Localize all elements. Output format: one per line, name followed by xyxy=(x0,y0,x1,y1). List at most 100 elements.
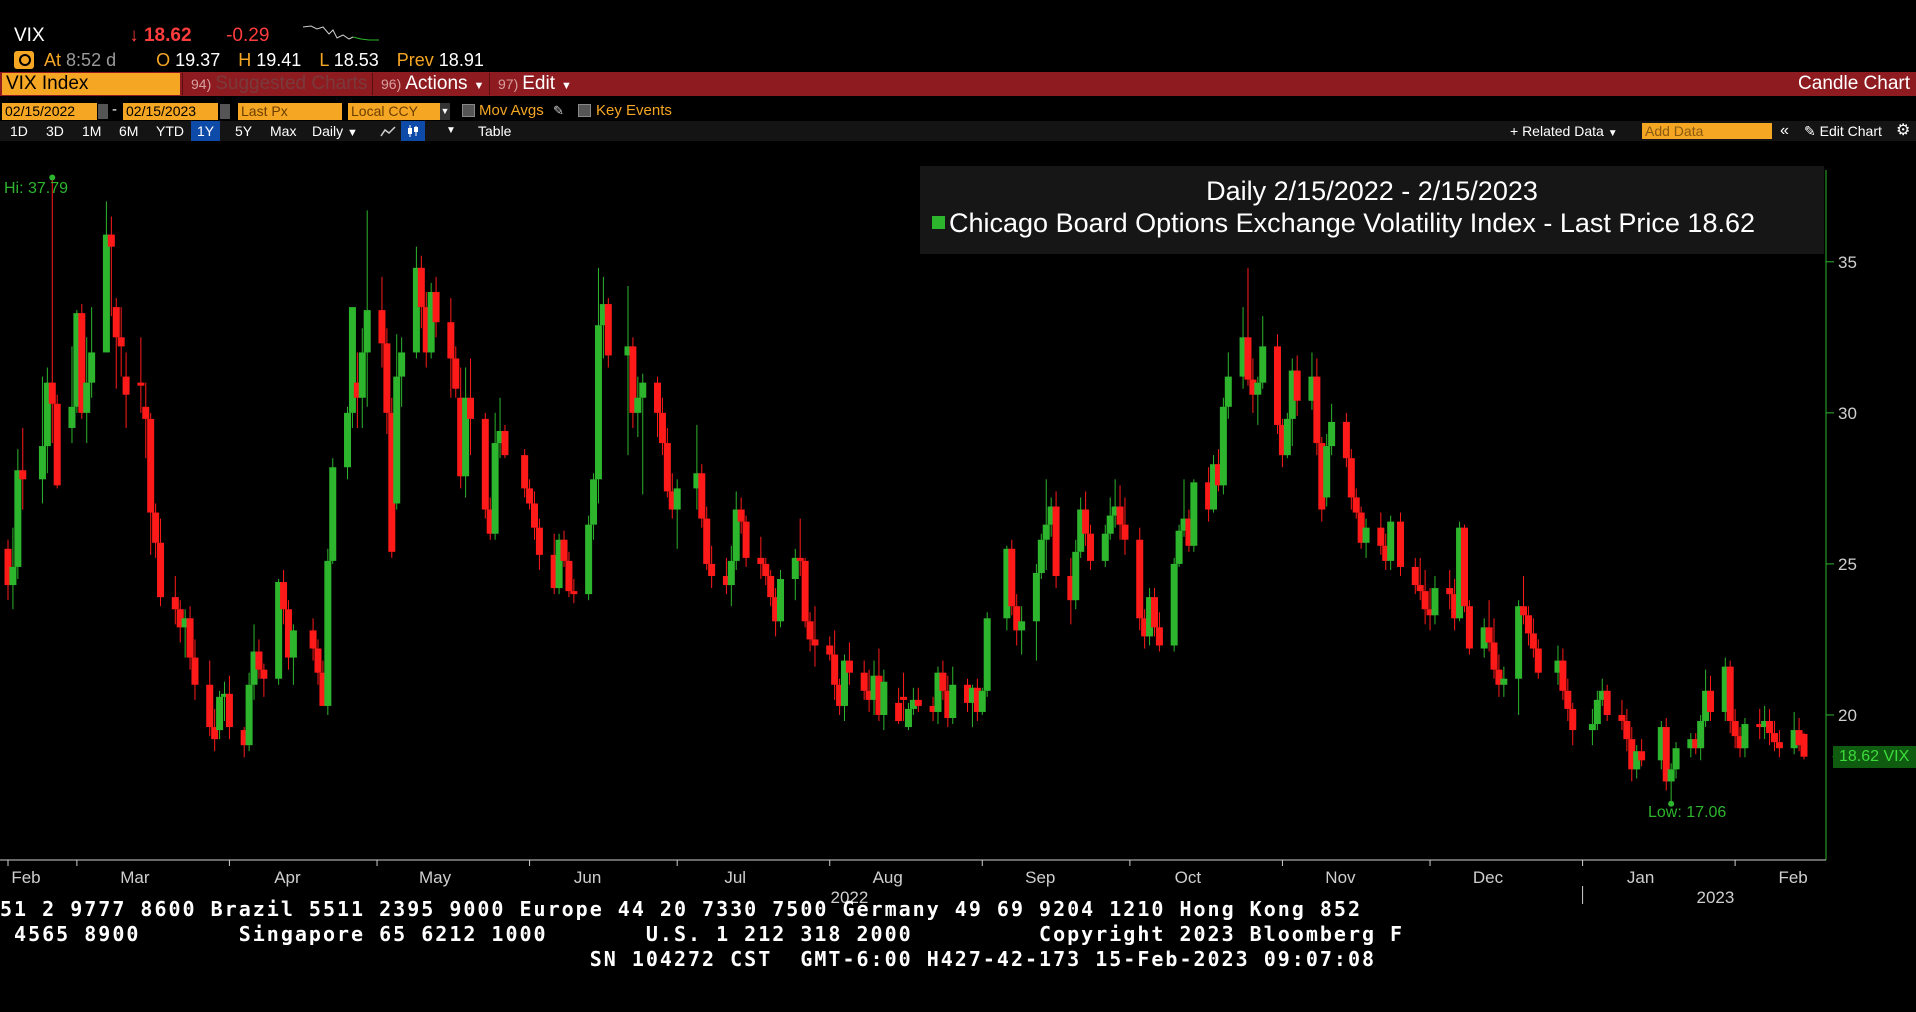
candle-body xyxy=(102,234,110,353)
candles xyxy=(4,174,1840,807)
chevron-down-icon: ▼ xyxy=(1607,128,1618,139)
candle-body xyxy=(585,524,593,595)
x-tick-label: Feb xyxy=(1778,868,1807,887)
calendar-icon[interactable] xyxy=(220,104,230,119)
table-button[interactable]: Table xyxy=(472,121,517,141)
legend-title: Daily 2/15/2022 - 2/15/2023 xyxy=(1206,176,1538,206)
candle-body xyxy=(1042,524,1050,540)
candle-body xyxy=(289,630,297,658)
candle-body xyxy=(1018,621,1026,631)
candle-body xyxy=(526,488,534,504)
candle-body xyxy=(447,322,455,359)
candle-body xyxy=(1593,699,1601,725)
candle-body xyxy=(245,684,253,746)
gear-icon[interactable]: ⚙ xyxy=(1896,121,1910,141)
candle-body xyxy=(1259,346,1267,383)
candle-body xyxy=(1416,585,1424,592)
candle-body xyxy=(1460,527,1468,607)
candle-body xyxy=(1087,533,1095,561)
pencil-icon[interactable]: ✎ xyxy=(553,103,564,119)
frequency-select[interactable]: Daily ▼ xyxy=(306,121,364,141)
candle-body xyxy=(860,672,868,691)
candle-body xyxy=(1136,539,1144,619)
suggested-charts-button[interactable]: 94) Suggested Charts xyxy=(182,73,370,95)
end-date-field[interactable]: 02/15/2023 xyxy=(123,103,218,120)
actions-button[interactable]: 96) Actions ▼ xyxy=(372,73,488,95)
x-tick-label: Jul xyxy=(724,868,746,887)
add-data-input[interactable]: Add Data xyxy=(1642,123,1772,139)
period-5y[interactable]: 5Y xyxy=(229,121,258,141)
price-field-select[interactable]: Last Px xyxy=(238,103,342,120)
candle-body xyxy=(393,376,401,504)
x-tick-label: Apr xyxy=(274,868,301,887)
candle-body xyxy=(796,557,804,561)
candle-body xyxy=(565,560,573,592)
candle-body xyxy=(791,557,799,580)
x-tick-label: May xyxy=(419,868,452,887)
candle-body xyxy=(112,307,120,338)
x-tick-label: Oct xyxy=(1175,868,1202,887)
realtime-clock-icon xyxy=(14,51,34,69)
candle-body xyxy=(191,657,199,685)
edit-button[interactable]: 97) Edit ▼ xyxy=(489,73,575,95)
candle-body xyxy=(530,503,538,528)
key-events-checkbox[interactable] xyxy=(578,104,591,117)
candle-body xyxy=(216,696,224,731)
candle-body xyxy=(1328,421,1336,447)
x-tick-label: Jun xyxy=(574,868,601,887)
edit-chart-button[interactable]: ✎ Edit Chart xyxy=(1804,121,1882,141)
candle-body xyxy=(1347,458,1355,498)
edit-label: Edit xyxy=(522,73,555,94)
high-value: 19.41 xyxy=(256,50,302,70)
candle-body xyxy=(501,430,509,456)
candle-body xyxy=(1520,606,1528,616)
calendar-icon[interactable] xyxy=(98,104,108,119)
last-price: 18.62 xyxy=(143,25,192,46)
mov-avgs-checkbox[interactable] xyxy=(462,104,475,117)
axis-layer: 20 25 30 35 Feb Mar Apr May Jun Jul Aug Sep Oct Nov De… xyxy=(0,170,1857,906)
period-3d[interactable]: 3D xyxy=(40,121,70,141)
period-max[interactable]: Max xyxy=(264,121,302,141)
actions-number: 96) xyxy=(381,76,402,92)
candle-body xyxy=(1150,597,1158,628)
candle-body xyxy=(48,382,56,404)
collapse-icon[interactable]: « xyxy=(1780,121,1789,141)
candle-body xyxy=(757,557,765,564)
candle-chart[interactable]: 20 25 30 35 Feb Mar Apr May Jun Jul Aug Sep Oct Nov De… xyxy=(0,150,1916,906)
period-1y[interactable]: 1Y xyxy=(191,121,221,141)
period-ytd[interactable]: YTD xyxy=(150,121,190,141)
security-field[interactable]: VIX Index xyxy=(2,73,180,95)
chevron-down-icon: ▼ xyxy=(560,80,572,92)
series-swatch xyxy=(932,216,945,229)
candle-body xyxy=(363,310,371,353)
y-tick-label: 35 xyxy=(1838,253,1857,272)
start-date-field[interactable]: 02/15/2022 xyxy=(2,103,97,120)
chevron-down-icon[interactable]: ▼ xyxy=(440,121,462,141)
line-chart-icon[interactable] xyxy=(374,121,402,141)
candle-body xyxy=(452,358,460,389)
candle-body xyxy=(634,397,642,413)
candle-body xyxy=(1741,724,1749,749)
x-tick-label: Jan xyxy=(1627,868,1654,887)
x-tick-label: Sep xyxy=(1025,868,1055,887)
key-events-label: Key Events xyxy=(596,102,672,119)
period-1d[interactable]: 1D xyxy=(4,121,34,141)
candle-body xyxy=(1672,748,1680,770)
currency-select[interactable]: Local CCY xyxy=(348,103,440,120)
chevron-down-icon[interactable]: ▼ xyxy=(440,103,450,120)
candle-body xyxy=(1421,591,1429,610)
candle-body xyxy=(378,310,386,344)
pencil-icon: ✎ xyxy=(1804,123,1816,139)
candle-body xyxy=(604,304,612,356)
candle-body xyxy=(658,412,666,444)
related-data-button[interactable]: + Related Data ▼ xyxy=(1510,121,1618,141)
quote-detail-row: At 8:52 d O 19.37 H 19.41 L 18.53 Prev 1… xyxy=(14,50,484,72)
candle-body xyxy=(1121,524,1129,540)
date-separator: - xyxy=(112,101,117,118)
candle-body xyxy=(9,566,17,586)
candle-body xyxy=(727,560,735,586)
candle-chart-icon[interactable] xyxy=(401,121,425,141)
period-1m[interactable]: 1M xyxy=(76,121,107,141)
period-6m[interactable]: 6M xyxy=(113,121,144,141)
prev-label: Prev xyxy=(396,50,434,70)
